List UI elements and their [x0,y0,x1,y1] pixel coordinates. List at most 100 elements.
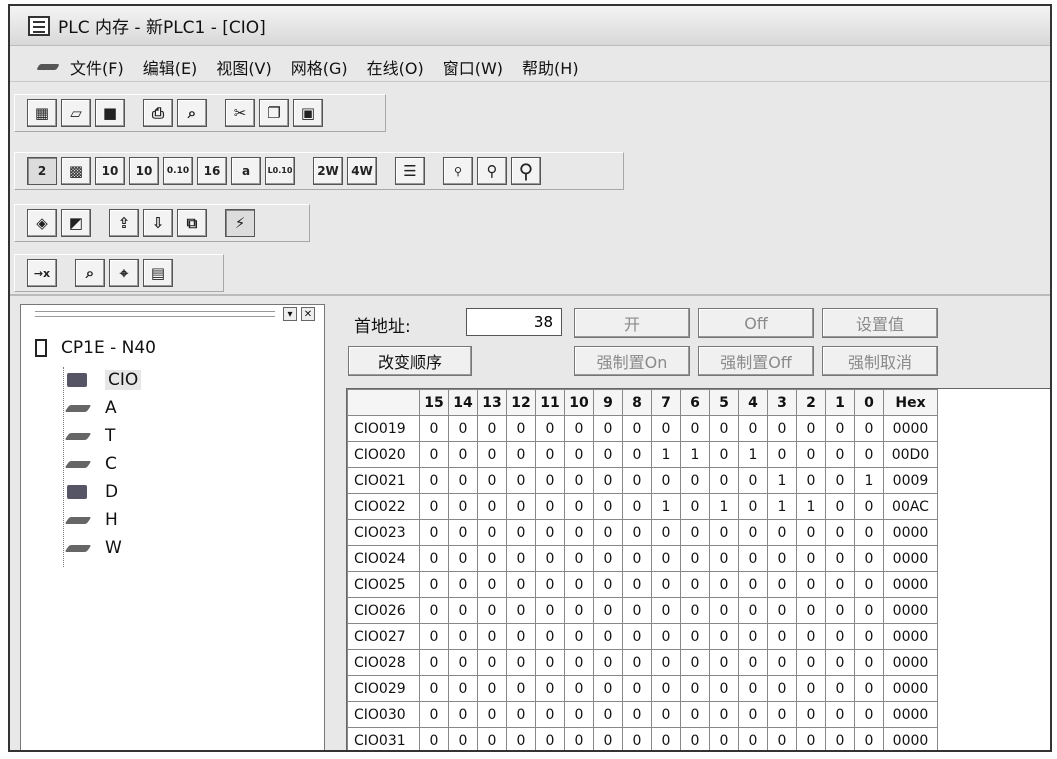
bit-cell[interactable]: 0 [854,415,884,442]
menu-grid[interactable]: 网格(G) [291,55,348,79]
bit-cell[interactable]: 0 [651,545,681,572]
bit-cell[interactable]: 0 [593,571,623,598]
bit-cell[interactable]: 0 [564,623,594,650]
bit-cell[interactable]: 0 [506,571,536,598]
bit-cell[interactable]: 0 [477,545,507,572]
bit-cell[interactable]: 0 [448,571,478,598]
bit-cell[interactable]: 0 [593,727,623,750]
upload-icon[interactable]: ⇪ [109,209,139,237]
bit-cell[interactable]: 0 [535,519,565,546]
bit-cell[interactable]: 0 [506,441,536,468]
bit-cell[interactable]: 0 [738,571,768,598]
menu-view[interactable]: 视图(V) [216,55,271,79]
bit-cell[interactable]: 0 [738,649,768,676]
force-cancel-button[interactable]: 强制取消 [822,346,938,376]
hex-cell[interactable]: 0000 [883,571,938,598]
hex-cell[interactable]: 0000 [883,649,938,676]
bit-cell[interactable]: 0 [535,493,565,520]
bit-cell[interactable]: 0 [419,571,449,598]
bit-cell[interactable]: 0 [651,701,681,728]
hex-cell[interactable]: 0000 [883,675,938,702]
bit-cell[interactable]: 0 [854,701,884,728]
bit-cell[interactable]: 0 [477,701,507,728]
print-preview-icon[interactable]: ⌕ [177,99,207,127]
bit-cell[interactable]: 0 [622,649,652,676]
compare-icon[interactable]: ⧉ [177,209,207,237]
bit-cell[interactable]: 0 [854,675,884,702]
bit-cell[interactable]: 0 [825,519,855,546]
bit-cell[interactable]: 0 [796,545,826,572]
bit-cell[interactable]: 0 [651,623,681,650]
bit-cell[interactable]: 0 [796,519,826,546]
bit-cell[interactable]: 0 [622,545,652,572]
bit-cell[interactable]: 0 [825,441,855,468]
bit-cell[interactable]: 0 [651,675,681,702]
bit-cell[interactable]: 0 [564,467,594,494]
hex-cell[interactable]: 0000 [883,623,938,650]
menu-help[interactable]: 帮助(H) [522,55,579,79]
cut-icon[interactable]: ✂ [225,99,255,127]
bit-cell[interactable]: 0 [767,571,797,598]
bit-cell[interactable]: 0 [825,727,855,750]
bit-cell[interactable]: 0 [419,545,449,572]
double-word-button[interactable]: 2W [313,157,343,185]
bit-cell[interactable]: 1 [767,493,797,520]
bit-cell[interactable]: 0 [680,493,710,520]
bit-cell[interactable]: 0 [564,441,594,468]
bit-cell[interactable]: 1 [680,441,710,468]
bit-cell[interactable]: 0 [564,675,594,702]
bit-cell[interactable]: 0 [564,519,594,546]
on-button[interactable]: 开 [574,308,690,338]
bit-cell[interactable]: 0 [709,623,739,650]
bit-cell[interactable]: 0 [477,675,507,702]
bit-cell[interactable]: 0 [477,649,507,676]
bit-cell[interactable]: 0 [564,545,594,572]
set-value-button[interactable]: 设置值 [822,308,938,338]
zoom-small-icon[interactable]: ⚲ [443,157,473,185]
bit-cell[interactable]: 0 [796,415,826,442]
bit-cell[interactable]: 0 [680,545,710,572]
menu-file[interactable]: 文件(F) [70,55,124,79]
bit-cell[interactable]: 0 [593,597,623,624]
hex-cell[interactable]: 0000 [883,701,938,728]
bit-cell[interactable]: 0 [506,467,536,494]
bit-cell[interactable]: 0 [506,545,536,572]
bit-cell[interactable]: 0 [767,623,797,650]
bit-cell[interactable]: 0 [854,597,884,624]
bit-cell[interactable]: 0 [709,597,739,624]
bit-cell[interactable]: 0 [622,597,652,624]
bit-cell[interactable]: 0 [651,415,681,442]
bit-cell[interactable]: 0 [622,675,652,702]
hex-cell[interactable]: 0000 [883,519,938,546]
hex-cell[interactable]: 0009 [883,467,938,494]
bit-cell[interactable]: 0 [448,415,478,442]
open-folder-icon[interactable]: ▱ [61,99,91,127]
menu-online[interactable]: 在线(O) [367,55,424,79]
bit-cell[interactable]: 0 [419,519,449,546]
bit-cell[interactable]: 0 [796,597,826,624]
bit-cell[interactable]: 0 [622,415,652,442]
tree-item-w[interactable]: W [65,535,122,561]
bit-cell[interactable]: 0 [825,415,855,442]
bit-cell[interactable]: 0 [767,415,797,442]
bit-cell[interactable]: 0 [564,493,594,520]
quad-word-button[interactable]: 4W [347,157,377,185]
bit-cell[interactable]: 0 [738,519,768,546]
download-icon[interactable]: ⇩ [143,209,173,237]
hex-cell[interactable]: 0000 [883,597,938,624]
bit-cell[interactable]: 0 [709,545,739,572]
zoom-medium-icon[interactable]: ⚲ [477,157,507,185]
bit-cell[interactable]: 0 [709,415,739,442]
bit-cell[interactable]: 0 [680,649,710,676]
bit-cell[interactable]: 0 [738,623,768,650]
bit-cell[interactable]: 0 [680,701,710,728]
transfer-icon[interactable]: ◩ [61,209,91,237]
copy-icon[interactable]: ❐ [259,99,289,127]
bit-cell[interactable]: 0 [477,493,507,520]
bit-cell[interactable]: 0 [419,675,449,702]
bit-cell[interactable]: 0 [680,519,710,546]
bit-cell[interactable]: 0 [825,675,855,702]
bit-cell[interactable]: 1 [767,467,797,494]
bit-cell[interactable]: 0 [651,571,681,598]
bit-cell[interactable]: 0 [477,415,507,442]
